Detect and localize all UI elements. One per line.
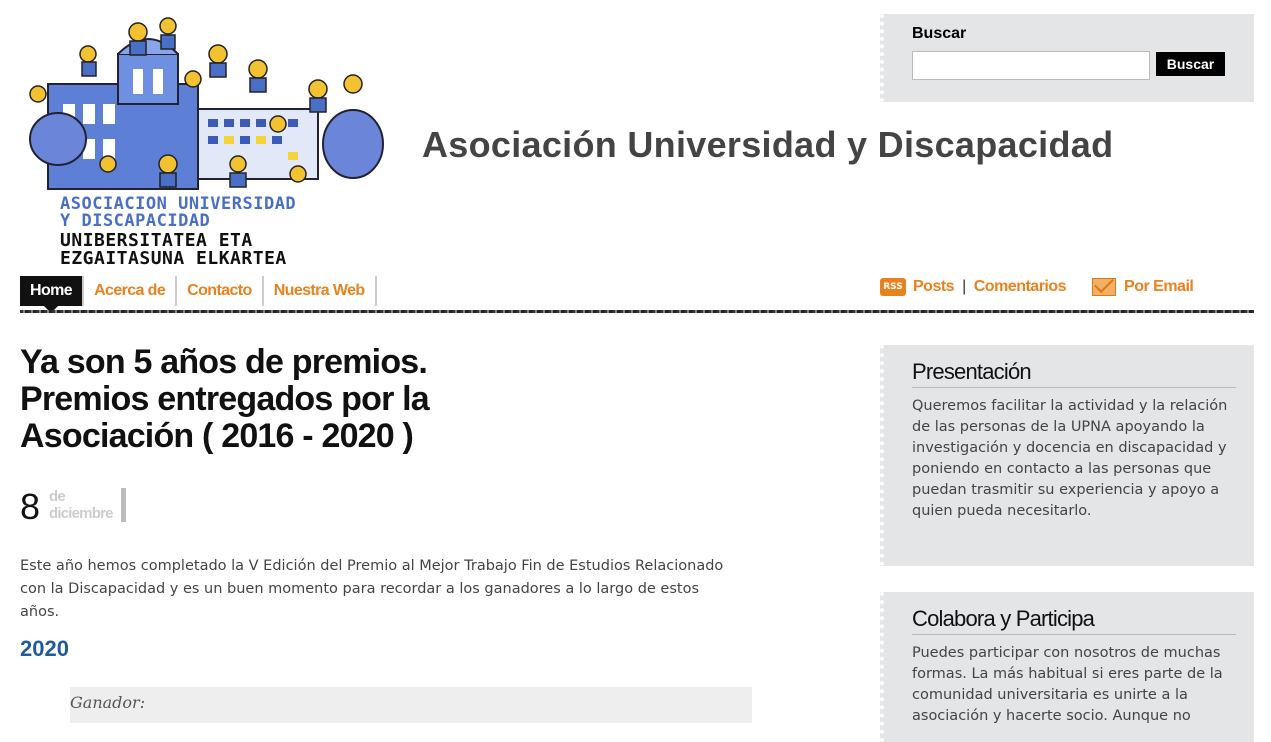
post-body-text: Este año hemos completado la V Edición d… (20, 558, 724, 620)
winner-block: Ganador: (70, 687, 752, 723)
sidebar-widget-presentacion: Presentación Queremos facilitar la activ… (880, 345, 1254, 566)
logo-text-line: EZGAITASUNA ELKARTEA (60, 248, 287, 269)
widget-title: Presentación (912, 359, 1236, 388)
comments-feed-link[interactable]: Comentarios (974, 278, 1067, 296)
post-date-month-line1: de (49, 488, 66, 505)
email-subscribe-link[interactable]: Por Email (1124, 278, 1194, 296)
main-nav: Home Acerca de Contacto Nuestra Web (20, 276, 377, 313)
post-date-month-line2: diciembre (49, 505, 113, 522)
nav-item-contacto[interactable]: Contacto (177, 276, 264, 306)
header-divider (20, 310, 1254, 313)
sidebar-widget-colabora: Colabora y Participa Puedes participar c… (880, 592, 1254, 742)
widget-title: Colabora y Participa (912, 606, 1236, 635)
widget-text: Puedes participar con nosotros de muchas… (912, 645, 1223, 724)
nav-item-nuestra-web[interactable]: Nuestra Web (264, 276, 377, 306)
search-button[interactable]: Buscar (1156, 52, 1225, 76)
site-logo[interactable]: ASOCIACION UNIVERSIDAD Y DISCAPACIDAD UN… (18, 14, 390, 269)
post-date-month: de diciembre (49, 488, 126, 522)
feed-links: RSS Posts | Comentarios Por Email (880, 276, 1194, 298)
search-input[interactable] (912, 51, 1150, 80)
logo-text-line: Y DISCAPACIDAD (60, 211, 211, 231)
feed-separator: | (962, 278, 966, 295)
logo-illustration (29, 17, 384, 190)
post-date-day: 8 (20, 486, 41, 527)
search-label: Buscar (912, 25, 967, 42)
nav-item-home[interactable]: Home (20, 276, 85, 313)
site-title[interactable]: Asociación Universidad y Discapacidad (422, 124, 1113, 166)
nav-item-acerca-de[interactable]: Acerca de (84, 276, 178, 306)
search-widget: Buscar Buscar (880, 14, 1254, 102)
email-icon[interactable] (1092, 278, 1117, 296)
posts-feed-link[interactable]: Posts (913, 278, 955, 296)
widget-text: Queremos facilitar la actividad y la rel… (912, 398, 1228, 519)
rss-icon[interactable]: RSS (880, 278, 906, 296)
winner-label: Ganador: (70, 693, 146, 712)
year-heading: 2020 (20, 636, 69, 661)
post-title[interactable]: Ya son 5 años de premios. Premios entreg… (20, 344, 540, 455)
